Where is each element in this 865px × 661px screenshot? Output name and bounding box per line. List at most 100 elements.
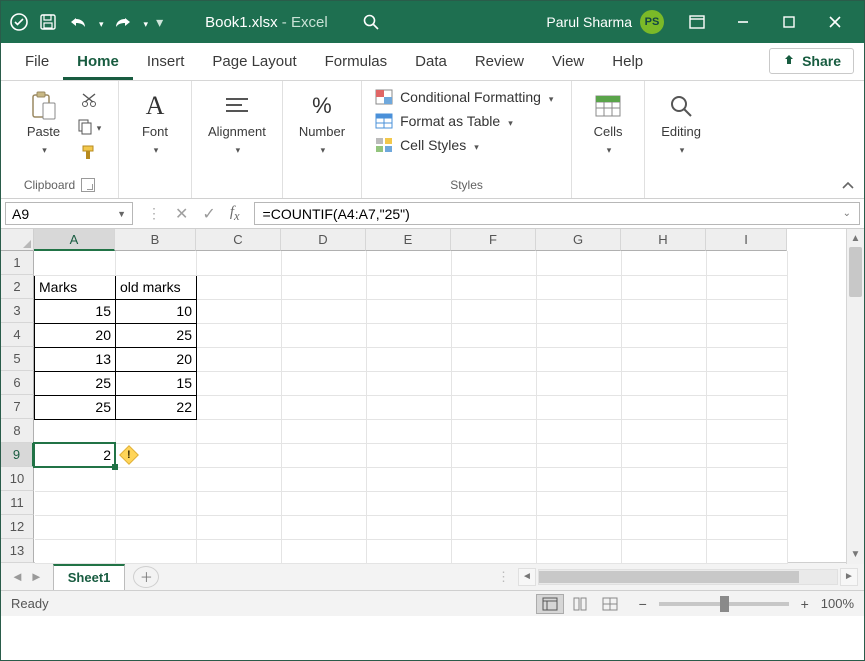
cell-grid[interactable]: Marksold marks151020251320251525222! <box>34 251 788 564</box>
vscroll-thumb[interactable] <box>849 247 862 297</box>
cell[interactable] <box>537 371 622 395</box>
cell[interactable] <box>537 347 622 371</box>
strip-splitter[interactable]: ⋮ <box>489 569 518 585</box>
cell[interactable] <box>197 443 282 467</box>
tab-home[interactable]: Home <box>63 45 133 80</box>
tab-data[interactable]: Data <box>401 45 461 80</box>
row-header[interactable]: 8 <box>1 419 34 443</box>
cell[interactable] <box>367 443 452 467</box>
cell[interactable] <box>197 299 282 323</box>
cell[interactable]: 13 <box>35 347 116 371</box>
row-header[interactable]: 9 <box>1 443 34 467</box>
tab-page-layout[interactable]: Page Layout <box>198 45 310 80</box>
cell[interactable] <box>35 251 116 275</box>
cell[interactable] <box>282 395 367 419</box>
cells-dropdown[interactable]: Cells <box>582 87 634 158</box>
zoom-thumb[interactable] <box>720 596 729 612</box>
maximize-button[interactable] <box>766 1 812 43</box>
column-header[interactable]: C <box>196 229 281 251</box>
cell[interactable] <box>282 419 367 443</box>
cell[interactable]: Marks <box>35 275 116 299</box>
cell[interactable] <box>452 371 537 395</box>
cell[interactable] <box>282 467 367 491</box>
undo-button[interactable] <box>65 11 91 33</box>
clipboard-dialog-launcher[interactable] <box>81 178 95 192</box>
collapse-ribbon-button[interactable] <box>838 176 858 194</box>
cell[interactable] <box>622 323 707 347</box>
cell[interactable] <box>622 347 707 371</box>
cell[interactable] <box>707 347 788 371</box>
tab-file[interactable]: File <box>11 45 63 80</box>
cell[interactable] <box>197 323 282 347</box>
cell-styles-button[interactable]: Cell Styles <box>372 135 561 155</box>
formula-options[interactable]: ⋮ <box>147 205 161 222</box>
cell[interactable] <box>116 515 197 539</box>
cell[interactable]: 25 <box>35 395 116 419</box>
cell[interactable] <box>537 323 622 347</box>
copy-button[interactable] <box>76 115 102 137</box>
cell[interactable] <box>282 323 367 347</box>
cell[interactable] <box>197 491 282 515</box>
column-header[interactable]: B <box>115 229 196 251</box>
cell[interactable] <box>367 419 452 443</box>
scroll-up-button[interactable]: ▲ <box>847 229 864 247</box>
cell[interactable]: 22 <box>116 395 197 419</box>
close-button[interactable] <box>812 1 858 43</box>
tab-formulas[interactable]: Formulas <box>311 45 402 80</box>
add-sheet-button[interactable]: ＋ <box>133 566 159 588</box>
cell[interactable] <box>537 443 622 467</box>
cell[interactable] <box>35 539 116 563</box>
redo-button[interactable] <box>110 11 136 33</box>
formula-input[interactable]: =COUNTIF(A4:A7,"25") ⌄ <box>254 202 860 225</box>
cell[interactable] <box>537 299 622 323</box>
alignment-dropdown[interactable]: Alignment <box>202 87 272 158</box>
share-button[interactable]: Share <box>769 48 854 74</box>
cell[interactable] <box>282 443 367 467</box>
row-header[interactable]: 7 <box>1 395 34 419</box>
name-box[interactable]: A9 ▼ <box>5 202 133 225</box>
cell[interactable] <box>622 539 707 563</box>
cell[interactable] <box>622 251 707 275</box>
cell[interactable] <box>367 467 452 491</box>
row-header[interactable]: 2 <box>1 275 34 299</box>
row-header[interactable]: 4 <box>1 323 34 347</box>
cell[interactable] <box>452 515 537 539</box>
column-header[interactable]: F <box>451 229 536 251</box>
tab-help[interactable]: Help <box>598 45 657 80</box>
row-header[interactable]: 3 <box>1 299 34 323</box>
cell[interactable] <box>622 275 707 299</box>
minimize-button[interactable] <box>720 1 766 43</box>
cell[interactable] <box>452 443 537 467</box>
cell[interactable] <box>197 419 282 443</box>
font-dropdown[interactable]: A Font <box>129 87 181 158</box>
cell[interactable] <box>116 491 197 515</box>
format-as-table-button[interactable]: Format as Table <box>372 111 561 131</box>
cell[interactable]: 15 <box>116 371 197 395</box>
cell[interactable] <box>452 275 537 299</box>
cell[interactable] <box>367 371 452 395</box>
scroll-right-button[interactable]: ► <box>840 568 858 586</box>
cell[interactable]: 25 <box>35 371 116 395</box>
tab-review[interactable]: Review <box>461 45 538 80</box>
cell[interactable]: 20 <box>116 347 197 371</box>
fx-icon[interactable]: fx <box>230 204 240 224</box>
cell[interactable] <box>282 515 367 539</box>
column-header[interactable]: A <box>34 229 115 251</box>
cancel-button[interactable]: ✕ <box>175 204 188 224</box>
qat-customize-dropdown[interactable] <box>142 14 149 30</box>
row-header[interactable]: 1 <box>1 251 34 275</box>
cell[interactable]: 20 <box>35 323 116 347</box>
save-button[interactable] <box>37 11 59 33</box>
row-header[interactable]: 11 <box>1 491 34 515</box>
cell[interactable] <box>35 419 116 443</box>
sheet-nav-next[interactable]: ► <box>30 569 43 584</box>
cell[interactable] <box>367 347 452 371</box>
cell[interactable] <box>622 299 707 323</box>
cell[interactable] <box>367 275 452 299</box>
error-trace-smarttag[interactable]: ! <box>119 445 139 465</box>
tell-me-search[interactable] <box>358 9 384 35</box>
cell[interactable] <box>537 539 622 563</box>
cell[interactable]: old marks <box>116 275 197 299</box>
expand-formula-bar[interactable]: ⌄ <box>843 208 851 219</box>
cell[interactable] <box>197 275 282 299</box>
